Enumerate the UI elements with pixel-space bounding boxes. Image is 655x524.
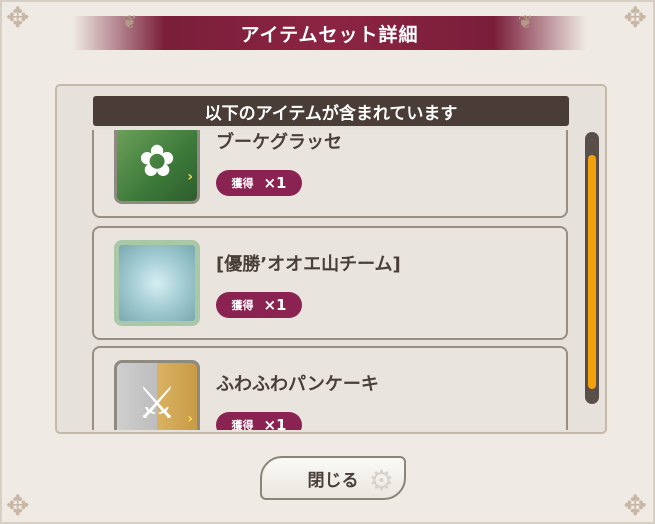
list-header: 以下のアイテムが含まれています bbox=[93, 96, 569, 126]
dialog-title: アイテムセット詳細 bbox=[240, 23, 419, 46]
corner-ornament-icon: ✥ bbox=[623, 1, 647, 34]
scrollbar-thumb[interactable] bbox=[588, 155, 596, 389]
item-name: [優勝’オオエ山チーム] bbox=[216, 254, 401, 275]
sweets-glyph-icon: ✿ bbox=[138, 135, 176, 187]
list-item: [優勝’オオエ山チーム] 獲得 ×1 bbox=[92, 226, 568, 340]
corner-ornament-icon: ✥ bbox=[6, 489, 30, 522]
title-ornament-icon: ❦ bbox=[122, 12, 138, 33]
gear-icon: ⚙ bbox=[368, 464, 394, 497]
arrow-mark-icon: › bbox=[187, 169, 193, 185]
close-button[interactable]: 閉じる ⚙ bbox=[260, 456, 406, 500]
arrow-mark-icon: › bbox=[187, 411, 193, 427]
obtain-badge: 獲得 ×1 bbox=[216, 170, 302, 196]
dialog-title-bar: アイテムセット詳細 bbox=[72, 16, 587, 50]
badge-label: 獲得 bbox=[231, 299, 254, 312]
list-header-label: 以下のアイテムが含まれています bbox=[204, 103, 458, 124]
close-button-label: 閉じる bbox=[307, 470, 359, 491]
list-item: ⚔ › ふわふわパンケーキ 獲得 ×1 bbox=[92, 346, 568, 430]
badge-count: ×1 bbox=[263, 416, 287, 430]
list-item: ✿ › ブーケグラッセ 獲得 ×1 bbox=[92, 130, 568, 218]
item-set-detail-dialog: ✥ ✥ ✥ ✥ アイテムセット詳細 ❦ ❦ 以下のアイテムが含まれています ✿ … bbox=[0, 0, 655, 524]
corner-ornament-icon: ✥ bbox=[6, 1, 30, 34]
sweets-item-icon: ✿ › bbox=[114, 130, 200, 204]
crossed-swords-icon: ⚔ › bbox=[114, 360, 200, 430]
badge-count: ×1 bbox=[263, 296, 287, 314]
swords-glyph-icon: ⚔ bbox=[137, 377, 177, 429]
item-list[interactable]: ✿ › ブーケグラッセ 獲得 ×1 [優勝’オオエ山チーム] 獲得 ×1 ⚔ › bbox=[90, 130, 575, 430]
obtain-badge: 獲得 ×1 bbox=[216, 292, 302, 318]
obtain-badge: 獲得 ×1 bbox=[216, 412, 302, 430]
frame-item-icon bbox=[114, 240, 200, 326]
badge-count: ×1 bbox=[263, 174, 287, 192]
corner-ornament-icon: ✥ bbox=[623, 489, 647, 522]
badge-label: 獲得 bbox=[231, 419, 254, 430]
item-name: ふわふわパンケーキ bbox=[216, 374, 379, 395]
item-name: ブーケグラッセ bbox=[216, 132, 342, 153]
badge-label: 獲得 bbox=[231, 177, 254, 190]
title-ornament-icon: ❦ bbox=[517, 12, 533, 33]
